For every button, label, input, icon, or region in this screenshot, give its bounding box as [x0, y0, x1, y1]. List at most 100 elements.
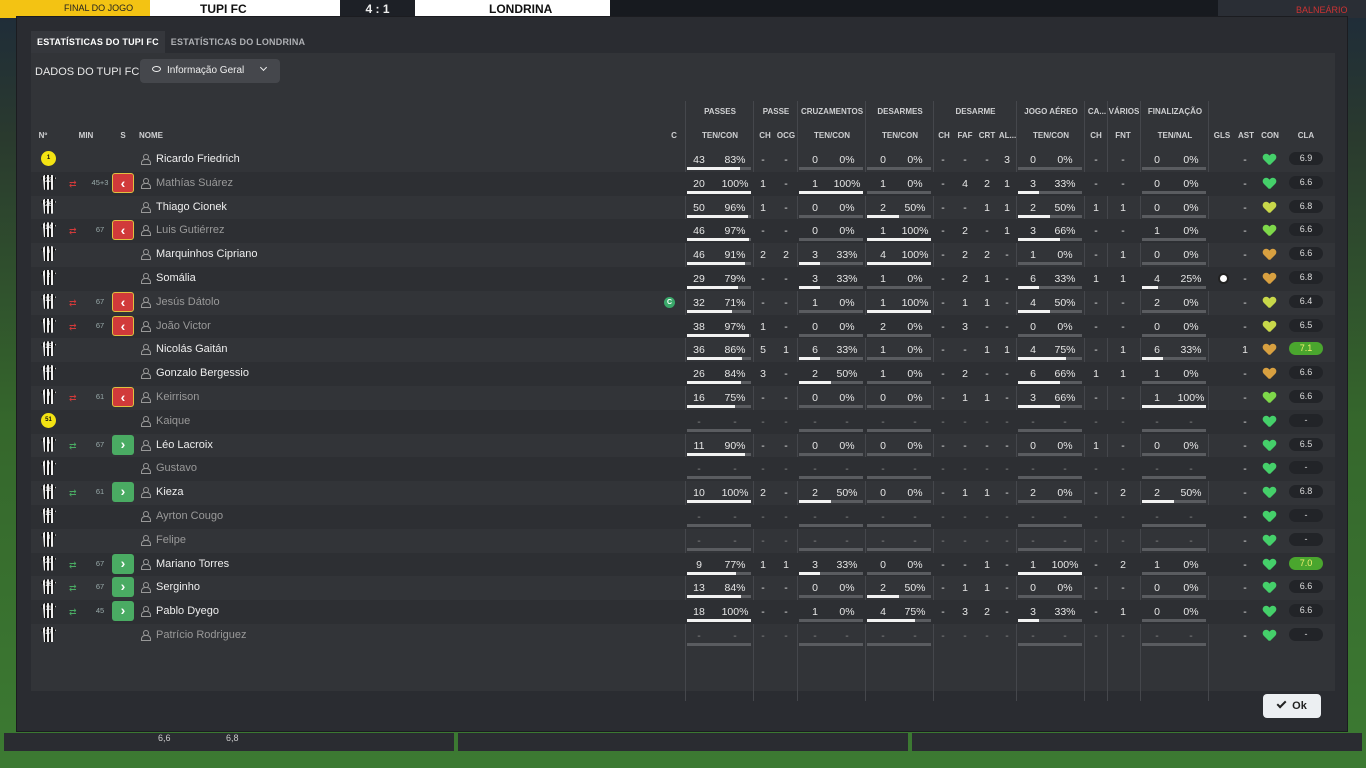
- subbed-off-arrow-icon[interactable]: ‹: [112, 220, 134, 241]
- player-name[interactable]: Jesús Dátolo: [156, 296, 220, 308]
- col-passes-ten-con[interactable]: TEN/CON: [686, 131, 754, 140]
- shirt-number: 4: [41, 436, 57, 453]
- table-row[interactable]: 7 Gustavo - - - - - - - - - - - - - - - - - - - -: [31, 457, 1335, 482]
- col-s[interactable]: S: [118, 131, 128, 140]
- col-gls[interactable]: GLS: [1211, 131, 1233, 140]
- dressing-room-link[interactable]: BALNEÁRIO: [1296, 5, 1348, 15]
- fouls-won: 1: [1120, 201, 1126, 214]
- subbed-on-arrow-icon[interactable]: ›: [112, 482, 134, 503]
- player-name[interactable]: João Victor: [156, 320, 211, 332]
- table-row[interactable]: 9 ⇄ 61 ‹ Keirrison 16 75% - - 0 0% 0 0% - 1 1 - 3 66% - - 1 10…: [31, 386, 1335, 410]
- col-fnt[interactable]: FNT: [1109, 131, 1137, 140]
- subbed-on-arrow-icon[interactable]: ›: [112, 434, 134, 455]
- table-row[interactable]: 14 ⇄ 67 ‹ Luis Gutiérrez 46 97% - -0 0% 1 100% -2-1 3…: [31, 219, 1335, 244]
- col-cross-ten-con[interactable]: TEN/CON: [798, 131, 866, 140]
- col-tackles-ten-con[interactable]: TEN/CON: [866, 131, 934, 140]
- shots-attempted: -: [1155, 534, 1159, 547]
- player-name[interactable]: Serginho: [156, 581, 200, 593]
- subbed-off-arrow-icon[interactable]: ‹: [112, 172, 134, 193]
- table-row[interactable]: 10 Gonzalo Bergessio 26 84% 3 - 2 50% 1 0% - 2 - - 6 66…: [31, 362, 1335, 386]
- col-desarme-ch[interactable]: CH: [934, 131, 954, 140]
- assists: -: [1243, 296, 1247, 309]
- table-row[interactable]: 15 Ayrton Cougo - - - - - - - - - - - - - - - - - - - -: [31, 504, 1335, 529]
- table-row[interactable]: 51 Kaique - - - - - - - - - - - - - - - - - - - -: [31, 409, 1335, 434]
- table-row[interactable]: 15 Nicolás Gaitán 36 86% 5 1 6 33% 1 0% - - 1 1 4 75% - 1…: [31, 338, 1335, 362]
- offsides: 3: [1004, 154, 1010, 166]
- player-name[interactable]: Nicolás Gaitán: [156, 343, 228, 355]
- chances-created: 1: [760, 320, 766, 333]
- shirt-number: 8: [41, 531, 57, 548]
- headers-pct: -: [1063, 534, 1067, 547]
- view-select-dropdown[interactable]: Informação Geral: [140, 59, 280, 83]
- subbed-off-arrow-icon[interactable]: ‹: [112, 315, 134, 336]
- fouls-won: -: [1121, 510, 1125, 523]
- table-row[interactable]: 17 Patrício Rodriguez - - - - - - - - - - - - - - - - - - - -: [31, 624, 1335, 648]
- headers-bar: [1018, 309, 1082, 313]
- tab-home-stats[interactable]: ESTATÍSTICAS DO TUPI FC: [31, 31, 165, 53]
- player-name[interactable]: Mathías Suárez: [156, 177, 233, 189]
- table-row[interactable]: 18 ⇄ 61 › Kieza 10 100% 2 - 2 50% 0 0% - 1 1 - 2 0% - 2 2 50% -…: [31, 481, 1335, 505]
- player-name[interactable]: Pablo Dyego: [156, 605, 219, 617]
- player-name[interactable]: Patrício Rodriguez: [156, 629, 247, 641]
- tackles-pct: 75%: [904, 606, 926, 619]
- player-name[interactable]: Felipe: [156, 534, 186, 546]
- player-name[interactable]: Thiago Cionek: [156, 201, 227, 213]
- player-name[interactable]: Gonzalo Bergessio: [156, 367, 249, 379]
- player-name[interactable]: Ricardo Friedrich: [156, 153, 240, 165]
- col-aerial-ten-con[interactable]: TEN/CON: [1017, 131, 1085, 140]
- table-row[interactable]: 22 ⇄ 45+3 ‹ Mathías Suárez 20 100% 1-1 100% 1 0% -4…: [31, 171, 1335, 196]
- col-ast[interactable]: AST: [1236, 131, 1256, 140]
- col-ocg[interactable]: OCG: [775, 131, 797, 140]
- fouls-won: -: [1121, 391, 1125, 404]
- col-faf[interactable]: FAF: [954, 131, 976, 140]
- player-name[interactable]: Gustavo: [156, 462, 197, 474]
- col-name[interactable]: NOME: [139, 131, 163, 140]
- subbed-off-arrow-icon[interactable]: ‹: [112, 386, 134, 407]
- player-name[interactable]: Keirrison: [156, 391, 199, 403]
- subbed-on-arrow-icon[interactable]: ›: [112, 553, 134, 574]
- offsides: -: [1005, 368, 1009, 381]
- player-name[interactable]: Léo Lacroix: [156, 439, 213, 451]
- player-name[interactable]: Marquinhos Cipriano: [156, 248, 258, 260]
- crosses-attempted: 6: [812, 344, 818, 357]
- player-name[interactable]: Mariano Torres: [156, 558, 229, 570]
- table-row[interactable]: 8 Felipe - - - - - - - - - - - - - - - - - - - -: [31, 529, 1335, 553]
- ok-button[interactable]: Ok: [1263, 694, 1321, 718]
- table-row[interactable]: 26 Thiago Cionek 50 96% 1 - 0 0% 2 50% - - 1 1 2 50% 1 1 0…: [31, 196, 1335, 220]
- tab-away-stats[interactable]: ESTATÍSTICAS DO LONDRINA: [165, 31, 311, 53]
- table-row[interactable]: 6 Marquinhos Cipriano 46 91% 2 2 3 33% 4 100% -2 2-…: [31, 243, 1335, 267]
- crosses-attempted: -: [813, 629, 817, 642]
- table-row[interactable]: 4 ⇄ 67 › Léo Lacroix 11 90% - - 0 0% 0 0% - - - - 0 0% 1 - 0 0…: [31, 434, 1335, 458]
- player-name[interactable]: Somália: [156, 272, 196, 284]
- table-row[interactable]: 3 ⇄ 67 ‹ João Victor 38 97% 1 - 0 0% 2 0% - 3 - - 0 0% - - 0 0…: [31, 314, 1335, 339]
- subbed-off-arrow-icon[interactable]: ‹: [112, 291, 134, 312]
- subbed-on-arrow-icon[interactable]: ›: [112, 577, 134, 598]
- col-al[interactable]: AL...: [998, 131, 1017, 140]
- shirt-icon: 18: [41, 484, 56, 500]
- player-name[interactable]: Luis Gutiérrez: [156, 224, 224, 236]
- col-ca-ch[interactable]: CH: [1086, 131, 1106, 140]
- table-row[interactable]: 16 ⇄ 67 › Serginho 13 84% - - 0 0% 2 50% - 1 1 - 0 0% - - 0 0%…: [31, 576, 1335, 600]
- table-row[interactable]: 2 Somália 29 79% - - 3 33% 1 0% - 2 1 - 6 33% 1 1 4 25% - 6.8: [31, 266, 1335, 291]
- col-shots-ten-nal[interactable]: TEN/NAL: [1141, 131, 1209, 140]
- rating-badge: 6.8: [1289, 485, 1323, 499]
- rating-badge: 6.6: [1289, 223, 1323, 237]
- col-c[interactable]: C: [669, 131, 679, 140]
- col-num[interactable]: Nº: [36, 131, 50, 140]
- col-passe-ch[interactable]: CH: [755, 131, 775, 140]
- col-cla[interactable]: CLA: [1289, 131, 1323, 140]
- player-name[interactable]: Kaique: [156, 415, 190, 427]
- player-name[interactable]: Ayrton Cougo: [156, 510, 223, 522]
- player-name[interactable]: Kieza: [156, 486, 184, 498]
- table-row[interactable]: 11 ⇄ 45 › Pablo Dyego 18 100% - -1 0% 4 75% -3 2-3 33%…: [31, 600, 1335, 624]
- passes-bar-fill: [687, 571, 736, 575]
- shirt-number: 20: [41, 555, 57, 572]
- table-row[interactable]: 12 ⇄ 67 ‹ Jesús Dátolo C 32 71% - -1 0% 1 100% -1 1-4 5…: [31, 291, 1335, 315]
- tackles-attempted: 0: [880, 558, 886, 571]
- table-row[interactable]: 1 Ricardo Friedrich 43 83% - - 0 0% 0 0% - - - 3 0 0% - -…: [31, 148, 1335, 172]
- col-min[interactable]: MIN: [75, 131, 97, 140]
- col-crt[interactable]: CRT: [976, 131, 998, 140]
- subbed-on-arrow-icon[interactable]: ›: [112, 601, 134, 622]
- col-con[interactable]: CON: [1259, 131, 1281, 140]
- table-row[interactable]: 20 ⇄ 67 › Mariano Torres 9 77% 1 1 3 33% 0 0% - -1-1 10…: [31, 552, 1335, 577]
